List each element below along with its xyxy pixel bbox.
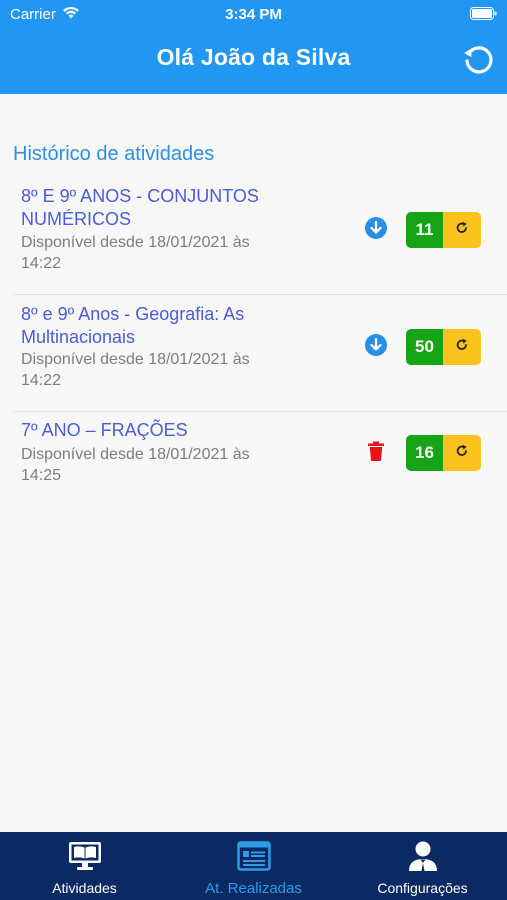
nav-label: Configurações [377, 880, 468, 896]
score-value: 16 [406, 435, 443, 471]
section-title: Histórico de atividades [13, 143, 215, 165]
activity-date: Disponível desde 18/01/2021 às 14:22 [21, 351, 250, 389]
download-icon [365, 333, 387, 361]
page-title: Olá João da Silva [156, 44, 351, 70]
nav-item-configuracoes[interactable]: Configurações [338, 832, 507, 900]
status-bar: Carrier 3:34 PM [0, 0, 507, 28]
score-badge: 50 [406, 329, 481, 365]
main-content: Histórico de atividades 8º E 9º ANOS - C… [0, 94, 507, 832]
retry-button[interactable] [443, 329, 481, 365]
activity-title: 8º e 9º Anos - Geografia: As Multinacion… [21, 304, 245, 347]
score-badge: 11 [406, 212, 481, 248]
status-time: 3:34 PM [225, 6, 282, 23]
nav-item-atividades[interactable]: Atividades [0, 832, 169, 900]
activity-date: Disponível desde 18/01/2021 às 14:22 [21, 234, 250, 272]
bottom-navigation: Atividades At. Realizadas Configurações [0, 832, 507, 900]
list-item[interactable]: 8º e 9º Anos - Geografia: As Multinacion… [13, 295, 507, 412]
activity-date: Disponível desde 18/01/2021 às 14:25 [21, 446, 250, 484]
battery-icon [470, 7, 497, 24]
retry-button[interactable] [443, 435, 481, 471]
trash-icon [367, 441, 385, 466]
activity-title: 8º E 9º ANOS - CONJUNTOS NUMÉRICOS [21, 186, 259, 229]
list-screen-icon [236, 841, 271, 876]
retry-button[interactable] [443, 212, 481, 248]
nav-label: At. Realizadas [205, 880, 302, 897]
delete-button[interactable] [364, 441, 388, 465]
refresh-button[interactable] [459, 42, 497, 80]
list-item[interactable]: 7º ANO – FRAÇÕES Disponível desde 18/01/… [13, 412, 507, 510]
score-value: 11 [406, 212, 443, 248]
nav-label: Atividades [52, 880, 117, 896]
activity-title: 7º ANO – FRAÇÕES [21, 420, 188, 440]
list-item[interactable]: 8º E 9º ANOS - CONJUNTOS NUMÉRICOS Dispo… [13, 178, 507, 295]
download-button[interactable] [364, 216, 388, 244]
score-badge: 16 [406, 435, 481, 471]
redo-icon [455, 221, 469, 240]
monitor-book-icon [67, 841, 103, 876]
refresh-icon [461, 42, 495, 81]
redo-icon [455, 444, 469, 463]
nav-item-realizadas[interactable]: At. Realizadas [169, 832, 338, 900]
redo-icon [455, 338, 469, 357]
app-header: Carrier 3:34 PM Olá João da Silva [0, 0, 507, 94]
user-icon [407, 841, 439, 876]
activity-list: 8º E 9º ANOS - CONJUNTOS NUMÉRICOS Dispo… [0, 178, 507, 510]
score-value: 50 [406, 329, 443, 365]
download-icon [365, 216, 387, 244]
download-button[interactable] [364, 333, 388, 361]
